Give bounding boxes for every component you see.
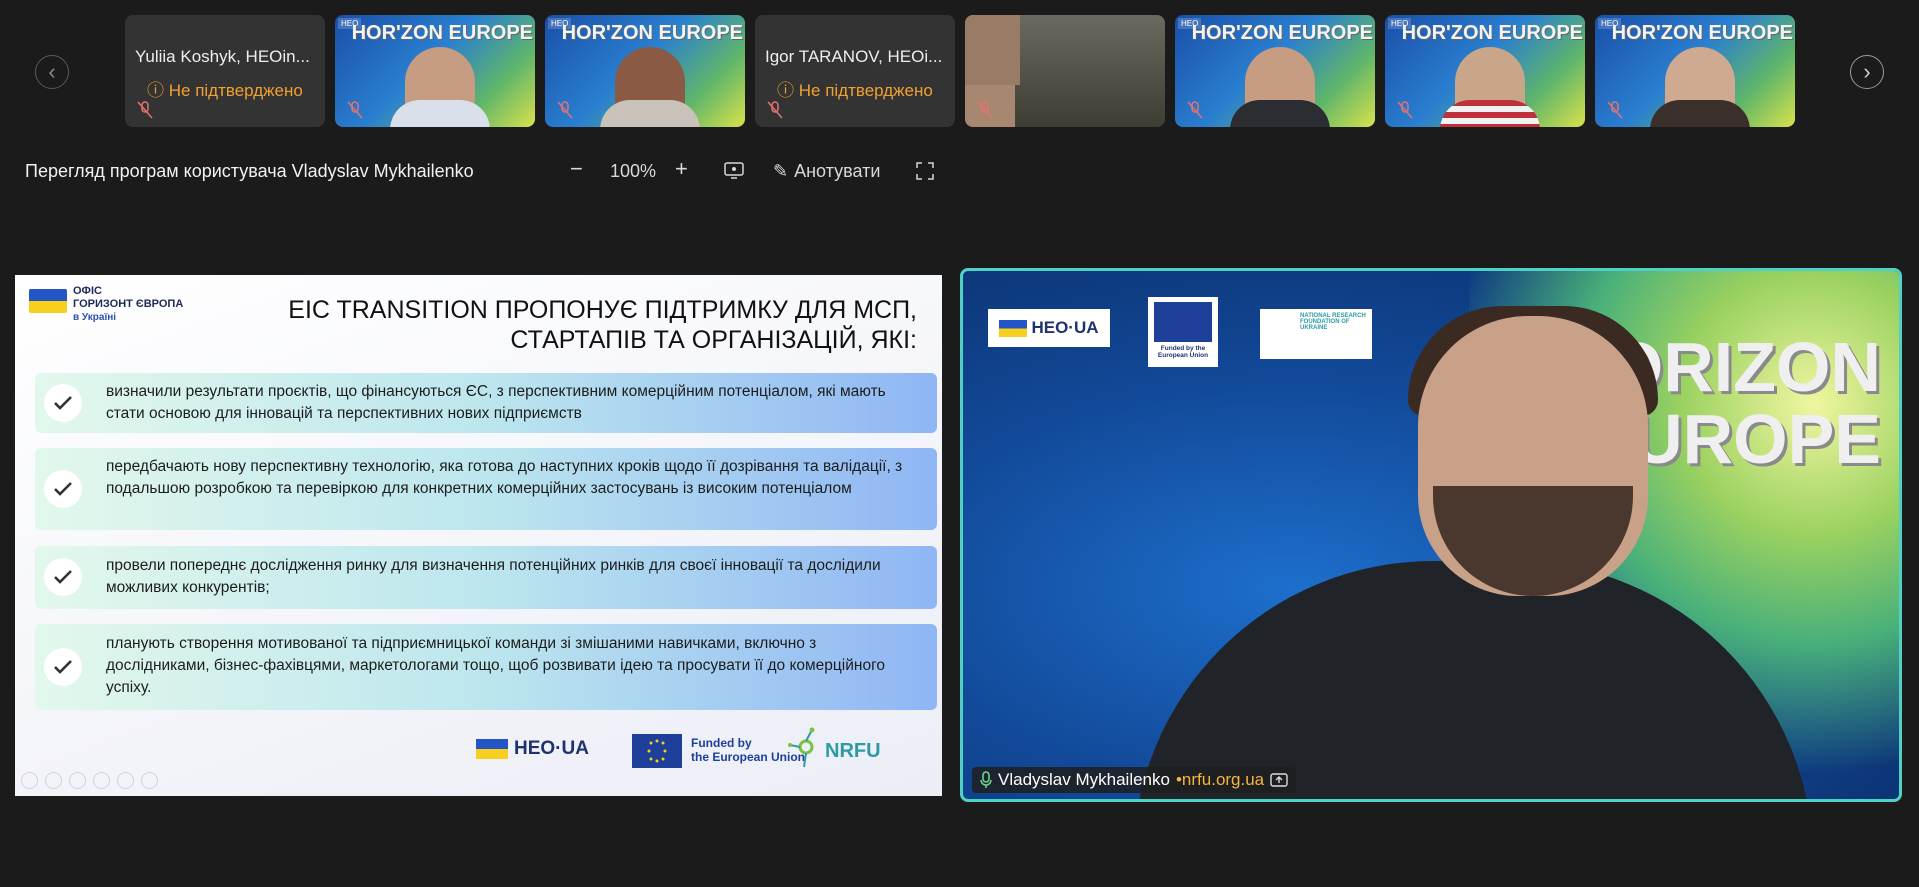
speaker-site: •nrfu.org.ua: [1175, 770, 1265, 789]
screen-share-title: Перегляд програм користувача Vladyslav M…: [25, 161, 474, 181]
shared-slide: ОФІС ГОРИЗОНТ ЄВРОПА в Україні EIC TRANS…: [15, 275, 942, 796]
horizon-europe-logo: HOR'ZON EUROPE: [1611, 22, 1793, 44]
chevron-right-icon: ›: [1863, 59, 1871, 84]
horizon-europe-logo: HOR'ZON EUROPE: [561, 22, 743, 44]
ukraine-eu-flag-icon: [29, 289, 67, 313]
zoom-level: 100%: [610, 161, 657, 181]
heo-ua-logo: HEO·UA: [476, 738, 589, 760]
heo-ua-logo: HEO·UA: [988, 309, 1110, 347]
scroll-right-button[interactable]: ›: [1850, 55, 1884, 89]
muted-mic-icon: [1397, 101, 1413, 119]
expand-icon: [916, 162, 934, 180]
scroll-left-button[interactable]: ‹: [35, 55, 69, 89]
participant-video: [965, 15, 1020, 85]
participant-tile[interactable]: HEO HOR'ZON EUROPE: [1595, 15, 1795, 127]
participant-status: ⓘ Не підтверджено: [777, 81, 933, 100]
chevron-left-icon: ‹: [48, 59, 56, 84]
pen-icon: ✎: [773, 161, 789, 181]
muted-mic-icon: [1607, 101, 1623, 119]
slides-grid-icon[interactable]: [93, 772, 110, 789]
participant-tile[interactable]: Yuliia Koshyk, HEOin... ⓘ Не підтверджен…: [125, 15, 325, 127]
screen-share-icon: [1270, 773, 1288, 787]
eu-funding-logo: Funded by the European Union: [1148, 297, 1218, 367]
horizon-europe-logo: HOR'ZON EUROPE: [1191, 22, 1373, 44]
annotate-button[interactable]: ✎ Анотувати: [773, 161, 880, 182]
check-icon: [44, 384, 82, 422]
participant-tile[interactable]: Igor TARANOV, HEOi... ⓘ Не підтверджено: [755, 15, 955, 127]
muted-mic-icon: [977, 101, 993, 119]
zoom-slide-icon[interactable]: [117, 772, 134, 789]
muted-mic-icon: [347, 101, 363, 119]
list-item: планують створення мотивованої та підпри…: [35, 624, 937, 710]
nrfu-logo: NRFU: [825, 740, 881, 762]
check-icon: [44, 470, 82, 508]
unconfirmed-icon: ⓘ: [147, 81, 164, 100]
muted-mic-icon: [767, 101, 783, 119]
minus-icon: −: [570, 156, 583, 181]
horizon-europe-logo: HOR'ZON EUROPE: [351, 22, 533, 44]
list-item: провели попереднє дослідження ринку для …: [35, 546, 937, 609]
check-icon: [44, 558, 82, 596]
participant-tile[interactable]: HEO HOR'ZON EUROPE: [335, 15, 535, 127]
plus-icon: +: [675, 156, 688, 181]
participant-status: ⓘ Не підтверджено: [147, 81, 303, 100]
check-icon: [44, 648, 82, 686]
participant-name: Igor TARANOV, HEOi...: [765, 47, 943, 66]
fullscreen-button[interactable]: [916, 162, 934, 185]
muted-mic-icon: [557, 101, 573, 119]
participant-tile[interactable]: [965, 15, 1165, 127]
participant-tile[interactable]: HEO HOR'ZON EUROPE: [1175, 15, 1375, 127]
pen-tool-icon[interactable]: [69, 772, 86, 789]
unconfirmed-icon: ⓘ: [777, 81, 794, 100]
previous-slide-icon[interactable]: [21, 772, 38, 789]
participant-tile[interactable]: HEO HOR'ZON EUROPE: [1385, 15, 1585, 127]
muted-mic-icon: [137, 101, 153, 119]
horizon-europe-logo: HOR'ZON EUROPE: [1401, 22, 1583, 44]
annotate-label: Анотувати: [794, 161, 881, 181]
active-speaker-video[interactable]: ORIZON UROPE HEO·UA Funded by the Europe…: [960, 268, 1902, 802]
slide-controls[interactable]: [21, 772, 158, 789]
participant-tile[interactable]: HEO HOR'ZON EUROPE: [545, 15, 745, 127]
nrfu-logo-icon: [788, 727, 815, 768]
eu-flag-icon: [632, 734, 682, 768]
participant-name: Yuliia Koshyk, HEOin...: [135, 47, 310, 66]
office-horizon-europe-logo: ОФІС ГОРИЗОНТ ЄВРОПА в Україні: [29, 285, 183, 324]
mic-icon: [980, 771, 992, 788]
next-slide-icon[interactable]: [45, 772, 62, 789]
list-item: передбачають нову перспективну технологі…: [35, 448, 937, 530]
nrfu-logo: NATIONAL RESEARCH FOUNDATION OF UKRAINE: [1260, 309, 1372, 359]
zoom-in-button[interactable]: +: [675, 156, 688, 182]
fit-to-window-button[interactable]: [724, 162, 744, 184]
speaker-name: Vladyslav Mykhailenko: [998, 770, 1170, 789]
muted-mic-icon: [1187, 101, 1203, 119]
more-options-icon[interactable]: [141, 772, 158, 789]
screen-fit-icon: [724, 162, 744, 179]
list-item: визначили результати проєктів, що фінанс…: [35, 373, 937, 433]
slide-heading: EIC TRANSITION ПРОПОНУЄ ПІДТРИМКУ ДЛЯ МС…: [288, 296, 917, 354]
speaker-name-tag: Vladyslav Mykhailenko •nrfu.org.ua: [972, 767, 1297, 793]
zoom-out-button[interactable]: −: [570, 156, 583, 182]
